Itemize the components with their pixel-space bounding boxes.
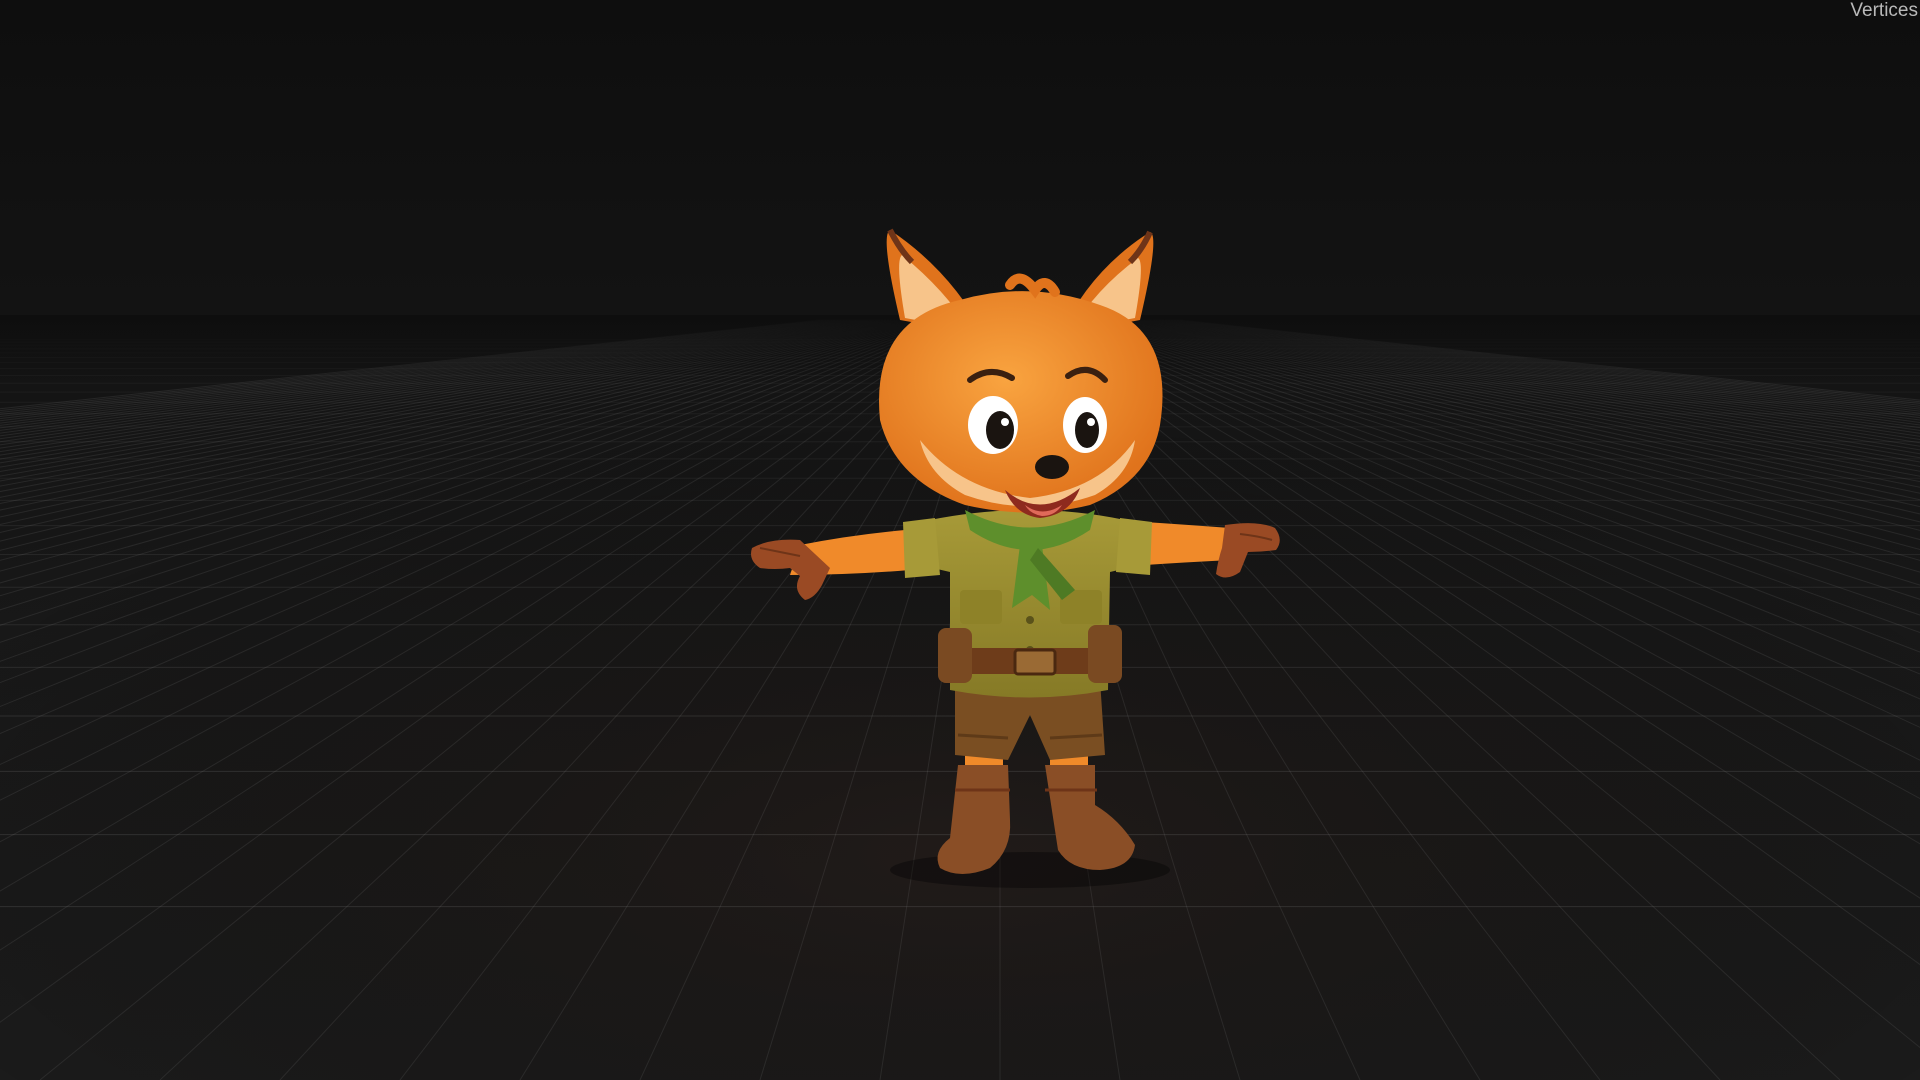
viewport-canvas[interactable] [0,0,1920,1080]
3d-viewport[interactable]: Vertices [0,0,1920,1080]
viewport-stats-label: Vertices [1850,0,1918,21]
